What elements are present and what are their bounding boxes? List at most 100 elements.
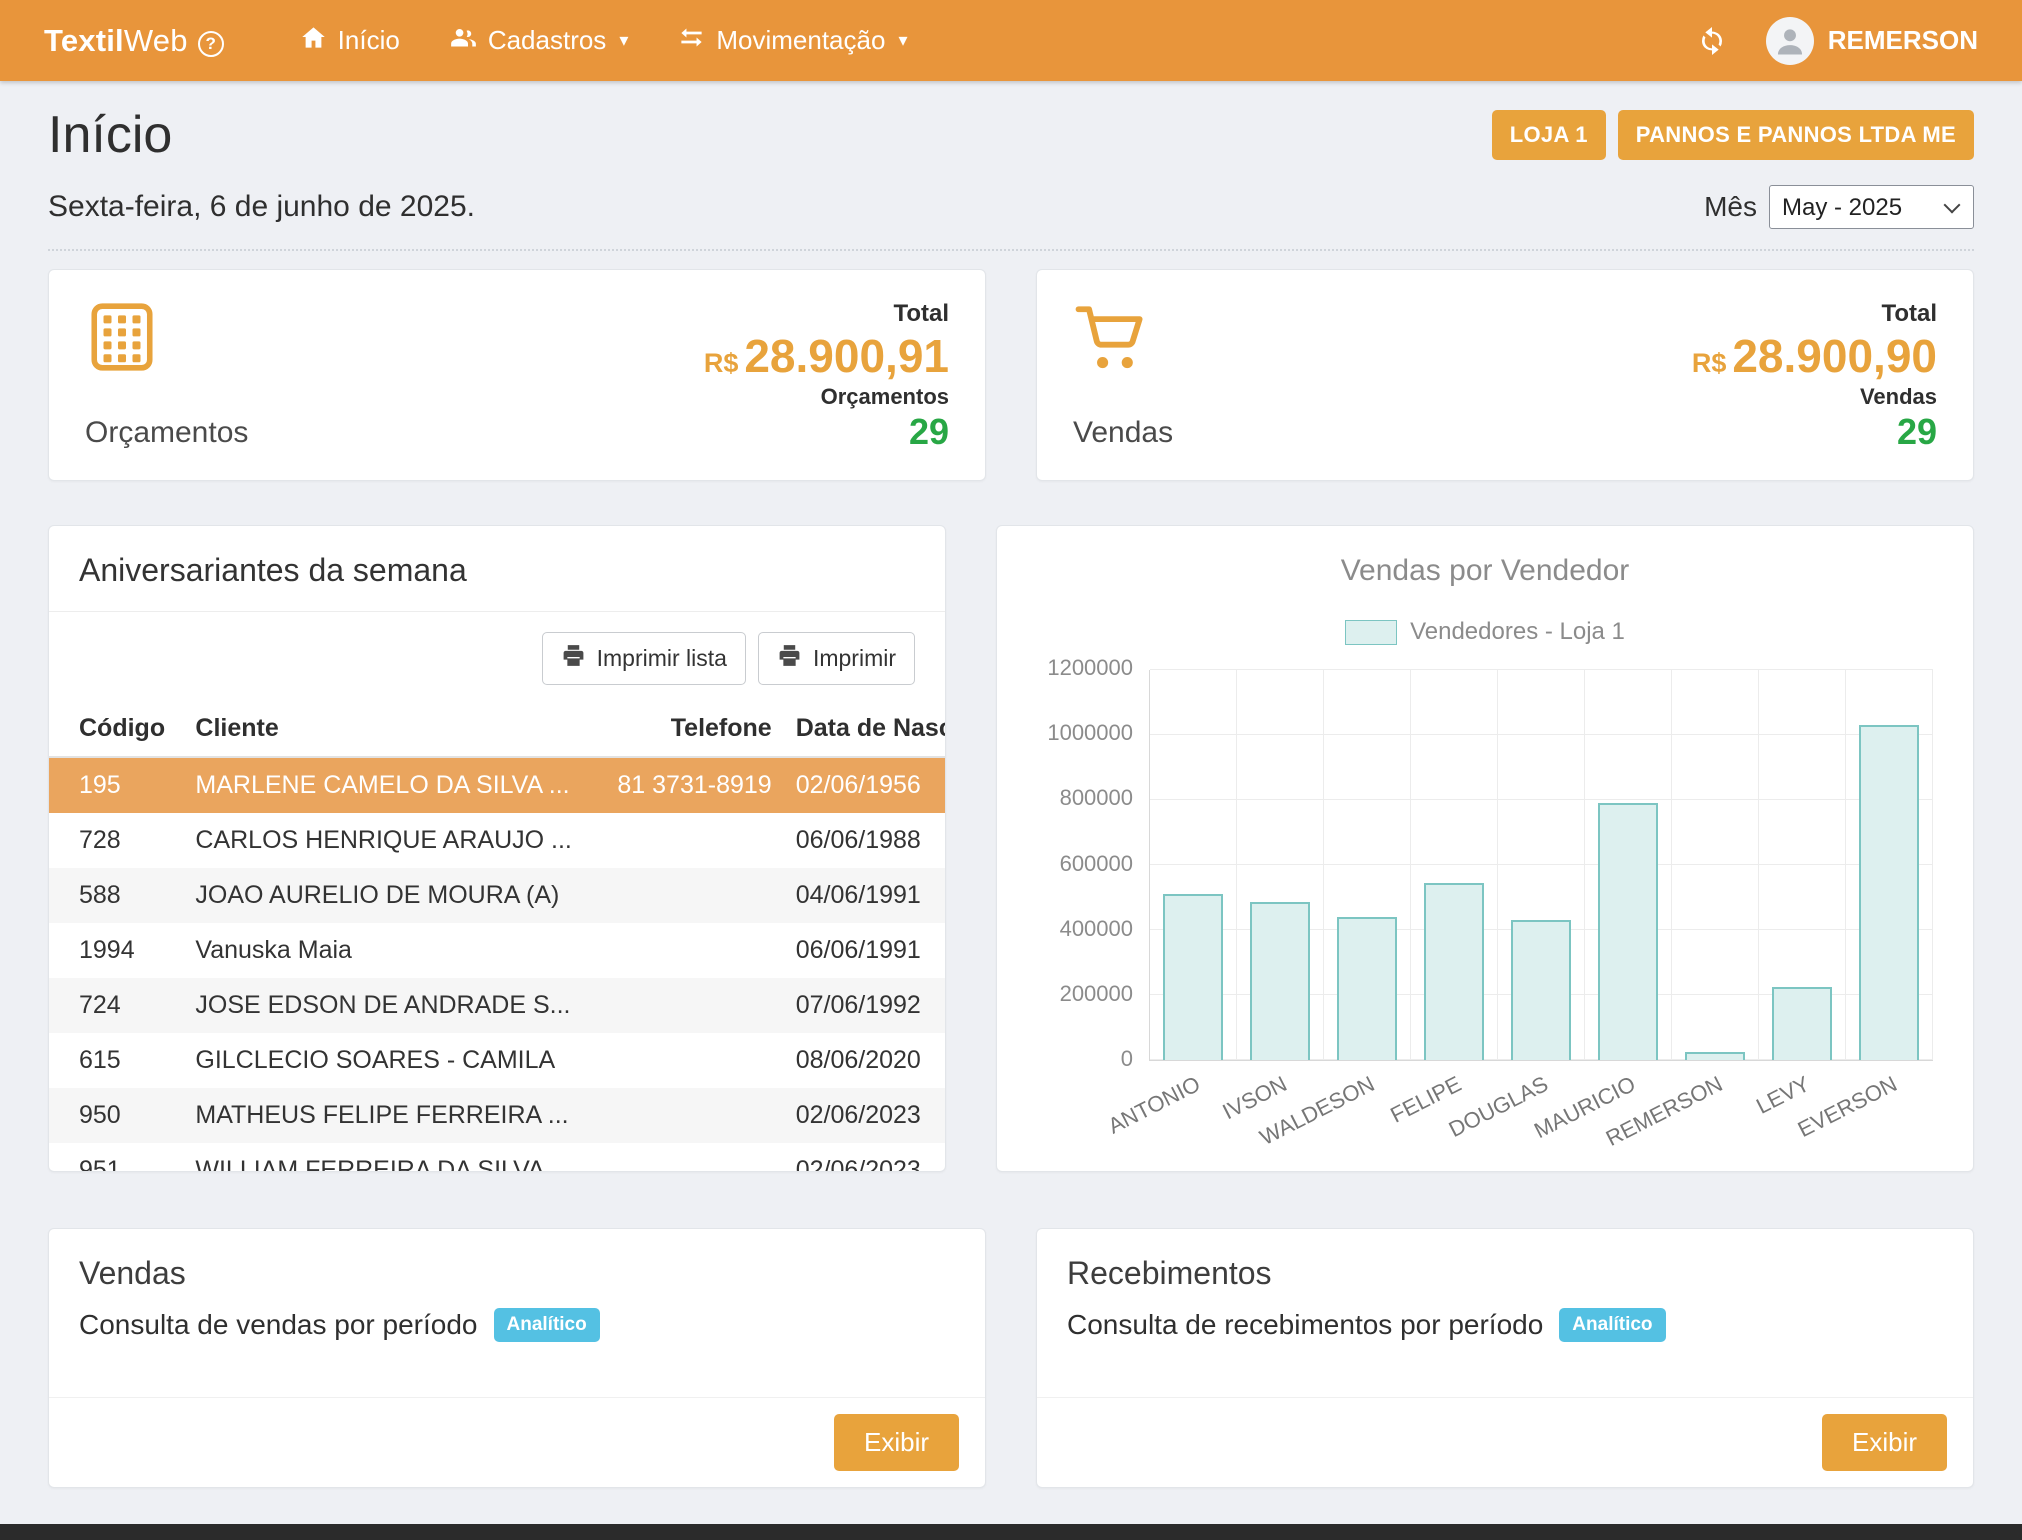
help-icon[interactable]: ? (198, 31, 224, 57)
home-icon (300, 24, 327, 58)
nav-item-inicio[interactable]: Início (282, 12, 418, 70)
user-menu[interactable]: REMERSON (1766, 17, 1978, 65)
user-name: REMERSON (1828, 25, 1978, 56)
caret-down-icon: ▾ (898, 30, 907, 51)
cell-phone (578, 868, 784, 923)
refresh-icon[interactable] (1696, 25, 1728, 57)
table-row[interactable]: 588JOAO AURELIO DE MOURA (A)04/06/1991 (49, 868, 945, 923)
nav-item-label: Cadastros (488, 25, 607, 56)
count-label: Orçamentos (704, 384, 949, 410)
total-label: Total (1692, 300, 1937, 328)
cell-client: JOAO AURELIO DE MOURA (A) (183, 868, 577, 923)
bottom-bar (0, 1524, 2022, 1540)
chart-plot-area (1149, 670, 1933, 1061)
col-header-telefone: Telefone (578, 701, 784, 757)
table-row[interactable]: 615GILCLECIO SOARES - CAMILA08/06/2020 (49, 1033, 945, 1088)
nav-item-cadastros[interactable]: Cadastros ▾ (432, 12, 647, 70)
y-tick-label: 1000000 (1047, 720, 1133, 746)
y-tick-label: 400000 (1060, 916, 1133, 942)
col-header-nascimento: Data de Nasc. (784, 701, 945, 757)
y-tick-label: 200000 (1060, 981, 1133, 1007)
avatar (1766, 17, 1814, 65)
x-tick-label: EVERSON (1794, 1071, 1902, 1143)
birthdays-title: Aniversariantes da semana (49, 526, 945, 612)
table-row[interactable]: 950MATHEUS FELIPE FERREIRA ...02/06/2023 (49, 1088, 945, 1143)
bar-levy (1772, 987, 1832, 1060)
birthdays-card: Aniversariantes da semana Imprimir lista… (48, 525, 946, 1172)
brand-logo[interactable]: TextilWeb ? (44, 23, 224, 59)
cell-code: 724 (49, 978, 183, 1033)
y-tick-label: 1200000 (1047, 655, 1133, 681)
cell-phone (578, 813, 784, 868)
stat-count: 29 (704, 414, 949, 450)
print-button[interactable]: Imprimir (758, 632, 915, 685)
page-title: Início (48, 105, 172, 165)
cell-birth: 02/06/2023 (784, 1143, 945, 1172)
col-header-codigo: Código (49, 701, 183, 757)
legend-swatch (1345, 620, 1397, 645)
current-date: Sexta-feira, 6 de junho de 2025. (48, 190, 475, 224)
analitico-badge: Analítico (494, 1308, 600, 1342)
cell-phone (578, 978, 784, 1033)
printer-icon (561, 643, 586, 674)
table-row[interactable]: 195MARLENE CAMELO DA SILVA ...81 3731-89… (49, 757, 945, 813)
cell-client: WILLIAM FERREIRA DA SILVA (183, 1143, 577, 1172)
cell-phone (578, 1033, 784, 1088)
exchange-icon (678, 24, 705, 58)
cell-client: MATHEUS FELIPE FERREIRA ... (183, 1088, 577, 1143)
cell-birth: 04/06/1991 (784, 868, 945, 923)
chart-title: Vendas por Vendedor (1037, 554, 1933, 588)
stat-amount: R$28.900,90 (1692, 332, 1937, 380)
nav-right: REMERSON (1696, 17, 1978, 65)
cell-phone (578, 1143, 784, 1172)
card-description: Consulta de vendas por período (79, 1309, 478, 1341)
table-row[interactable]: 1994Vanuska Maia06/06/1991 (49, 923, 945, 978)
x-axis: ANTONIOIVSONWALDESONFELIPEDOUGLASMAURICI… (1149, 1061, 1933, 1153)
bar-waldeson (1337, 917, 1397, 1060)
card-description: Consulta de recebimentos por período (1067, 1309, 1543, 1341)
y-tick-label: 800000 (1060, 785, 1133, 811)
month-select-wrap: May - 2025 (1769, 185, 1974, 229)
month-select[interactable]: May - 2025 (1769, 185, 1974, 229)
cell-client: JOSE EDSON DE ANDRADE S... (183, 978, 577, 1033)
card-title: Recebimentos (1037, 1229, 1973, 1300)
print-list-label: Imprimir lista (597, 645, 727, 672)
vendas-report-card: Vendas Consulta de vendas por período An… (48, 1228, 986, 1488)
x-tick-label: LEVY (1752, 1071, 1814, 1120)
users-icon (450, 24, 477, 58)
chart-legend[interactable]: Vendedores - Loja 1 (1037, 618, 1933, 646)
brand-text: TextilWeb (44, 23, 188, 59)
month-label: Mês (1704, 191, 1757, 223)
stat-label: Vendas (1073, 416, 1173, 450)
nav-item-movimentacao[interactable]: Movimentação ▾ (660, 12, 925, 70)
nav-item-label: Início (338, 25, 400, 56)
col-header-cliente: Cliente (183, 701, 577, 757)
y-axis: 020000040000060000080000010000001200000 (1037, 670, 1149, 1061)
cell-birth: 02/06/1956 (784, 757, 945, 813)
cell-birth: 08/06/2020 (784, 1033, 945, 1088)
nav-item-label: Movimentação (716, 25, 885, 56)
count-label: Vendas (1692, 384, 1937, 410)
cell-birth: 06/06/1991 (784, 923, 945, 978)
exibir-vendas-button[interactable]: Exibir (834, 1414, 959, 1471)
exibir-recebimentos-button[interactable]: Exibir (1822, 1414, 1947, 1471)
table-row[interactable]: 724JOSE EDSON DE ANDRADE S...07/06/1992 (49, 978, 945, 1033)
y-tick-label: 0 (1121, 1046, 1133, 1072)
printer-icon (777, 643, 802, 674)
table-row[interactable]: 951WILLIAM FERREIRA DA SILVA02/06/2023 (49, 1143, 945, 1172)
calculator-icon (85, 300, 248, 379)
store-button[interactable]: LOJA 1 (1492, 110, 1606, 160)
stat-label: Orçamentos (85, 416, 248, 450)
main-nav: Início Cadastros ▾ Movimentação ▾ (282, 12, 926, 70)
bar-remerson (1685, 1052, 1745, 1060)
page-content: Início LOJA 1 PANNOS E PANNOS LTDA ME Se… (0, 81, 2022, 1488)
company-button[interactable]: PANNOS E PANNOS LTDA ME (1618, 110, 1974, 160)
print-label: Imprimir (813, 645, 896, 672)
cell-code: 950 (49, 1088, 183, 1143)
dashed-divider (48, 249, 1974, 251)
cell-phone (578, 923, 784, 978)
print-list-button[interactable]: Imprimir lista (542, 632, 746, 685)
table-row[interactable]: 728CARLOS HENRIQUE ARAUJO ...06/06/1988 (49, 813, 945, 868)
bar-chart: 020000040000060000080000010000001200000 … (1037, 670, 1933, 1153)
legend-label: Vendedores - Loja 1 (1410, 618, 1625, 646)
